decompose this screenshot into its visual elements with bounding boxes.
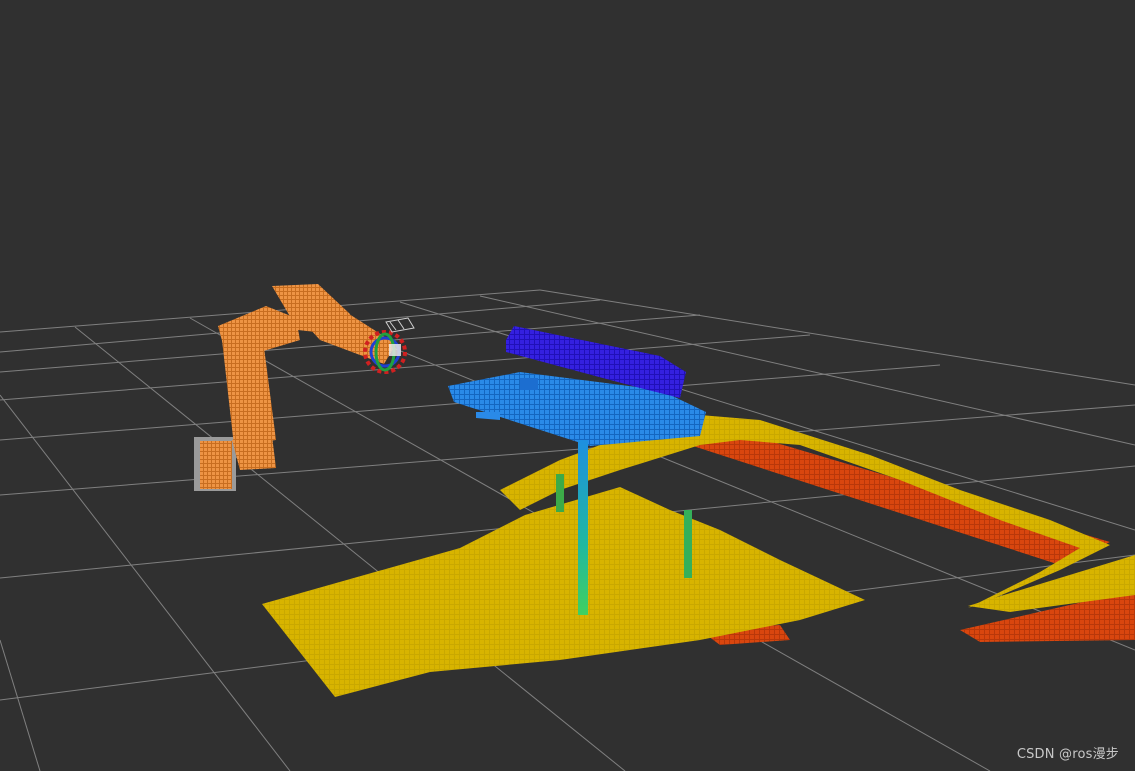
scene-canvas[interactable] <box>0 0 1135 771</box>
watermark: CSDN @ros漫步 <box>1016 747 1119 762</box>
octomap-floor-yellow <box>262 415 1135 697</box>
rviz-3d-viewport[interactable]: CSDN @ros漫步 <box>0 0 1135 771</box>
gripper-icon <box>385 317 415 333</box>
